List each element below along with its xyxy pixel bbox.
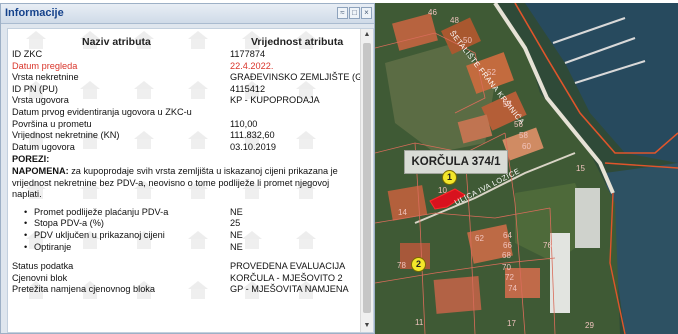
attribute-name: Status podatka xyxy=(12,261,74,272)
attribute-value: 25 xyxy=(230,218,241,229)
column-header-value: Vrijednost atributa xyxy=(251,36,344,48)
column-header-name: Naziv atributa xyxy=(82,36,151,48)
attribute-name: PDV uključen u prikazanoj cijeni xyxy=(24,230,165,242)
attribute-name: Vrsta ugovora xyxy=(12,95,69,106)
attribute-name: Optiranje xyxy=(24,242,71,254)
info-panel: Informacije ≈ □ × Naziv atributa Vrijedn… xyxy=(0,3,375,334)
table-row: Datum ugovora 03.10.2019 xyxy=(12,142,360,154)
parcel-number: 11 xyxy=(415,318,424,327)
table-row: Vrsta ugovora KP - KUPOPRODAJA xyxy=(12,95,360,107)
parcel-number: 29 xyxy=(585,321,594,330)
parcel-number: 17 xyxy=(507,319,516,328)
parcel-number: 14 xyxy=(398,208,407,217)
close-icon[interactable]: × xyxy=(361,7,372,19)
parcel-number: 50 xyxy=(463,36,472,45)
panel-body: Naziv atributa Vrijednost atributa ID ZK… xyxy=(7,28,374,333)
list-item: Promet podliježe plaćanju PDV-a NE xyxy=(12,207,360,219)
attribute-value: NE xyxy=(230,230,243,241)
parcel-number: 66 xyxy=(503,241,512,250)
attribute-name: Datum prvog evidentiranja ugovora u ZKC-… xyxy=(12,106,192,117)
scroll-down-icon[interactable]: ▼ xyxy=(361,320,373,332)
parcel-number: 62 xyxy=(475,234,484,243)
attribute-value: 110,00 xyxy=(230,118,258,129)
attribute-value: GRAĐEVINSKO ZEMLJIŠTE (GZ) xyxy=(230,72,371,83)
attribute-value: 4115412 xyxy=(230,83,266,94)
table-header: Naziv atributa Vrijednost atributa xyxy=(12,33,360,49)
scrollbar-thumb[interactable] xyxy=(363,43,371,313)
scroll-up-icon[interactable]: ▲ xyxy=(361,29,373,41)
parcel-number: 54 xyxy=(503,100,512,109)
attribute-value: NE xyxy=(230,241,243,252)
parcel-number: 52 xyxy=(487,68,496,77)
attribute-name: Površina u prometu xyxy=(12,118,92,129)
attribute-name: Stopa PDV-a (%) xyxy=(24,218,104,230)
list-item: PDV uključen u prikazanoj cijeni NE xyxy=(12,230,360,242)
attribute-name: ID PN (PU) xyxy=(12,83,58,94)
table-row: ID ZKC 1177874 xyxy=(12,49,360,61)
map-marker-2[interactable]: 2 xyxy=(411,257,426,272)
maximize-icon[interactable]: □ xyxy=(349,7,360,19)
table-row: Status podatka PROVEDENA EVALUACIJA xyxy=(12,261,360,273)
panel-header[interactable]: Informacije ≈ □ × xyxy=(1,4,374,24)
map-marker-1[interactable]: 1 xyxy=(442,170,457,185)
parcel-number: 74 xyxy=(508,284,517,293)
attribute-name: Datum pregleda xyxy=(12,60,78,71)
attribute-name: Datum ugovora xyxy=(12,141,75,152)
parcel-number: 15 xyxy=(576,164,585,173)
parcel-number: 78 xyxy=(397,261,406,270)
attribute-value: PROVEDENA EVALUACIJA xyxy=(230,261,346,272)
attribute-name: Vrijednost nekretnine (KN) xyxy=(12,130,120,141)
table-row: Datum pregleda 22.4.2022. xyxy=(12,61,360,73)
note-label: NAPOMENA: xyxy=(12,166,69,177)
attribute-name: Vrsta nekretnine xyxy=(12,72,79,83)
attribute-value: KP - KUPOPRODAJA xyxy=(230,95,320,106)
parcel-number: 72 xyxy=(505,273,514,282)
parcel-number: 76 xyxy=(543,241,552,250)
list-item: Stopa PDV-a (%) 25 xyxy=(12,218,360,230)
table-row: Vrijednost nekretnine (KN) 111.832,60 xyxy=(12,130,360,142)
attribute-value: KORČULA - MJEŠOVITO 2 xyxy=(230,272,343,283)
table-row: Cjenovni blok KORČULA - MJEŠOVITO 2 xyxy=(12,273,360,285)
collapse-icon[interactable]: ≈ xyxy=(337,7,348,19)
attribute-value: 111.832,60 xyxy=(230,130,275,141)
list-item: Optiranje NE xyxy=(12,242,360,254)
map-view[interactable]: ŠETALIŠTE FRANA KRŠINIĆA ULICA IVA LOZIC… xyxy=(375,3,678,334)
attribute-name: Pretežita namjena cjenovnog bloka xyxy=(12,284,156,295)
table-row: Vrsta nekretnine GRAĐEVINSKO ZEMLJIŠTE (G… xyxy=(12,72,371,84)
attribute-value: GP - MJEŠOVITA NAMJENA xyxy=(230,284,349,295)
parcel-number: 64 xyxy=(503,231,512,240)
parcel-number: 56 xyxy=(514,120,523,129)
attribute-name: Cjenovni blok xyxy=(12,272,68,283)
parcel-tooltip: KORČULA 374/1 xyxy=(404,150,508,174)
attribute-value: NE xyxy=(230,206,243,217)
table-row: ID PN (PU) 4115412 xyxy=(12,84,360,96)
table-row: Površina u prometu 110,00 xyxy=(12,119,360,131)
attribute-value: 1177874 xyxy=(230,49,266,59)
parcel-number: 68 xyxy=(502,251,511,260)
panel-title: Informacije xyxy=(5,7,64,19)
attribute-name: ID ZKC xyxy=(12,49,43,59)
attribute-value: 03.10.2019 xyxy=(230,141,276,152)
parcel-number: 70 xyxy=(502,263,511,272)
table-row: Datum prvog evidentiranja ugovora u ZKC-… xyxy=(12,107,360,119)
attribute-value: 22.4.2022. xyxy=(230,60,274,71)
parcel-number: 58 xyxy=(519,131,528,140)
parcel-number: 46 xyxy=(428,8,437,17)
table-row: Pretežita namjena cjenovnog bloka GP - MJ… xyxy=(12,284,360,296)
parcel-number: 10 xyxy=(438,186,447,195)
parcel-number: 60 xyxy=(522,142,531,151)
attribute-table: Naziv atributa Vrijednost atributa ID ZK… xyxy=(8,29,371,332)
tax-list: Promet podliježe plaćanju PDV-a NE Stopa … xyxy=(12,207,360,253)
vertical-scrollbar[interactable]: ▲ ▼ xyxy=(360,29,373,332)
parcel-number: 48 xyxy=(450,16,459,25)
section-title-porezi: POREZI: xyxy=(12,154,50,165)
attribute-name: Promet podliježe plaćanju PDV-a xyxy=(24,207,168,219)
note-text: NAPOMENA: za kupoprodaje svih vrsta zeml… xyxy=(12,166,357,201)
